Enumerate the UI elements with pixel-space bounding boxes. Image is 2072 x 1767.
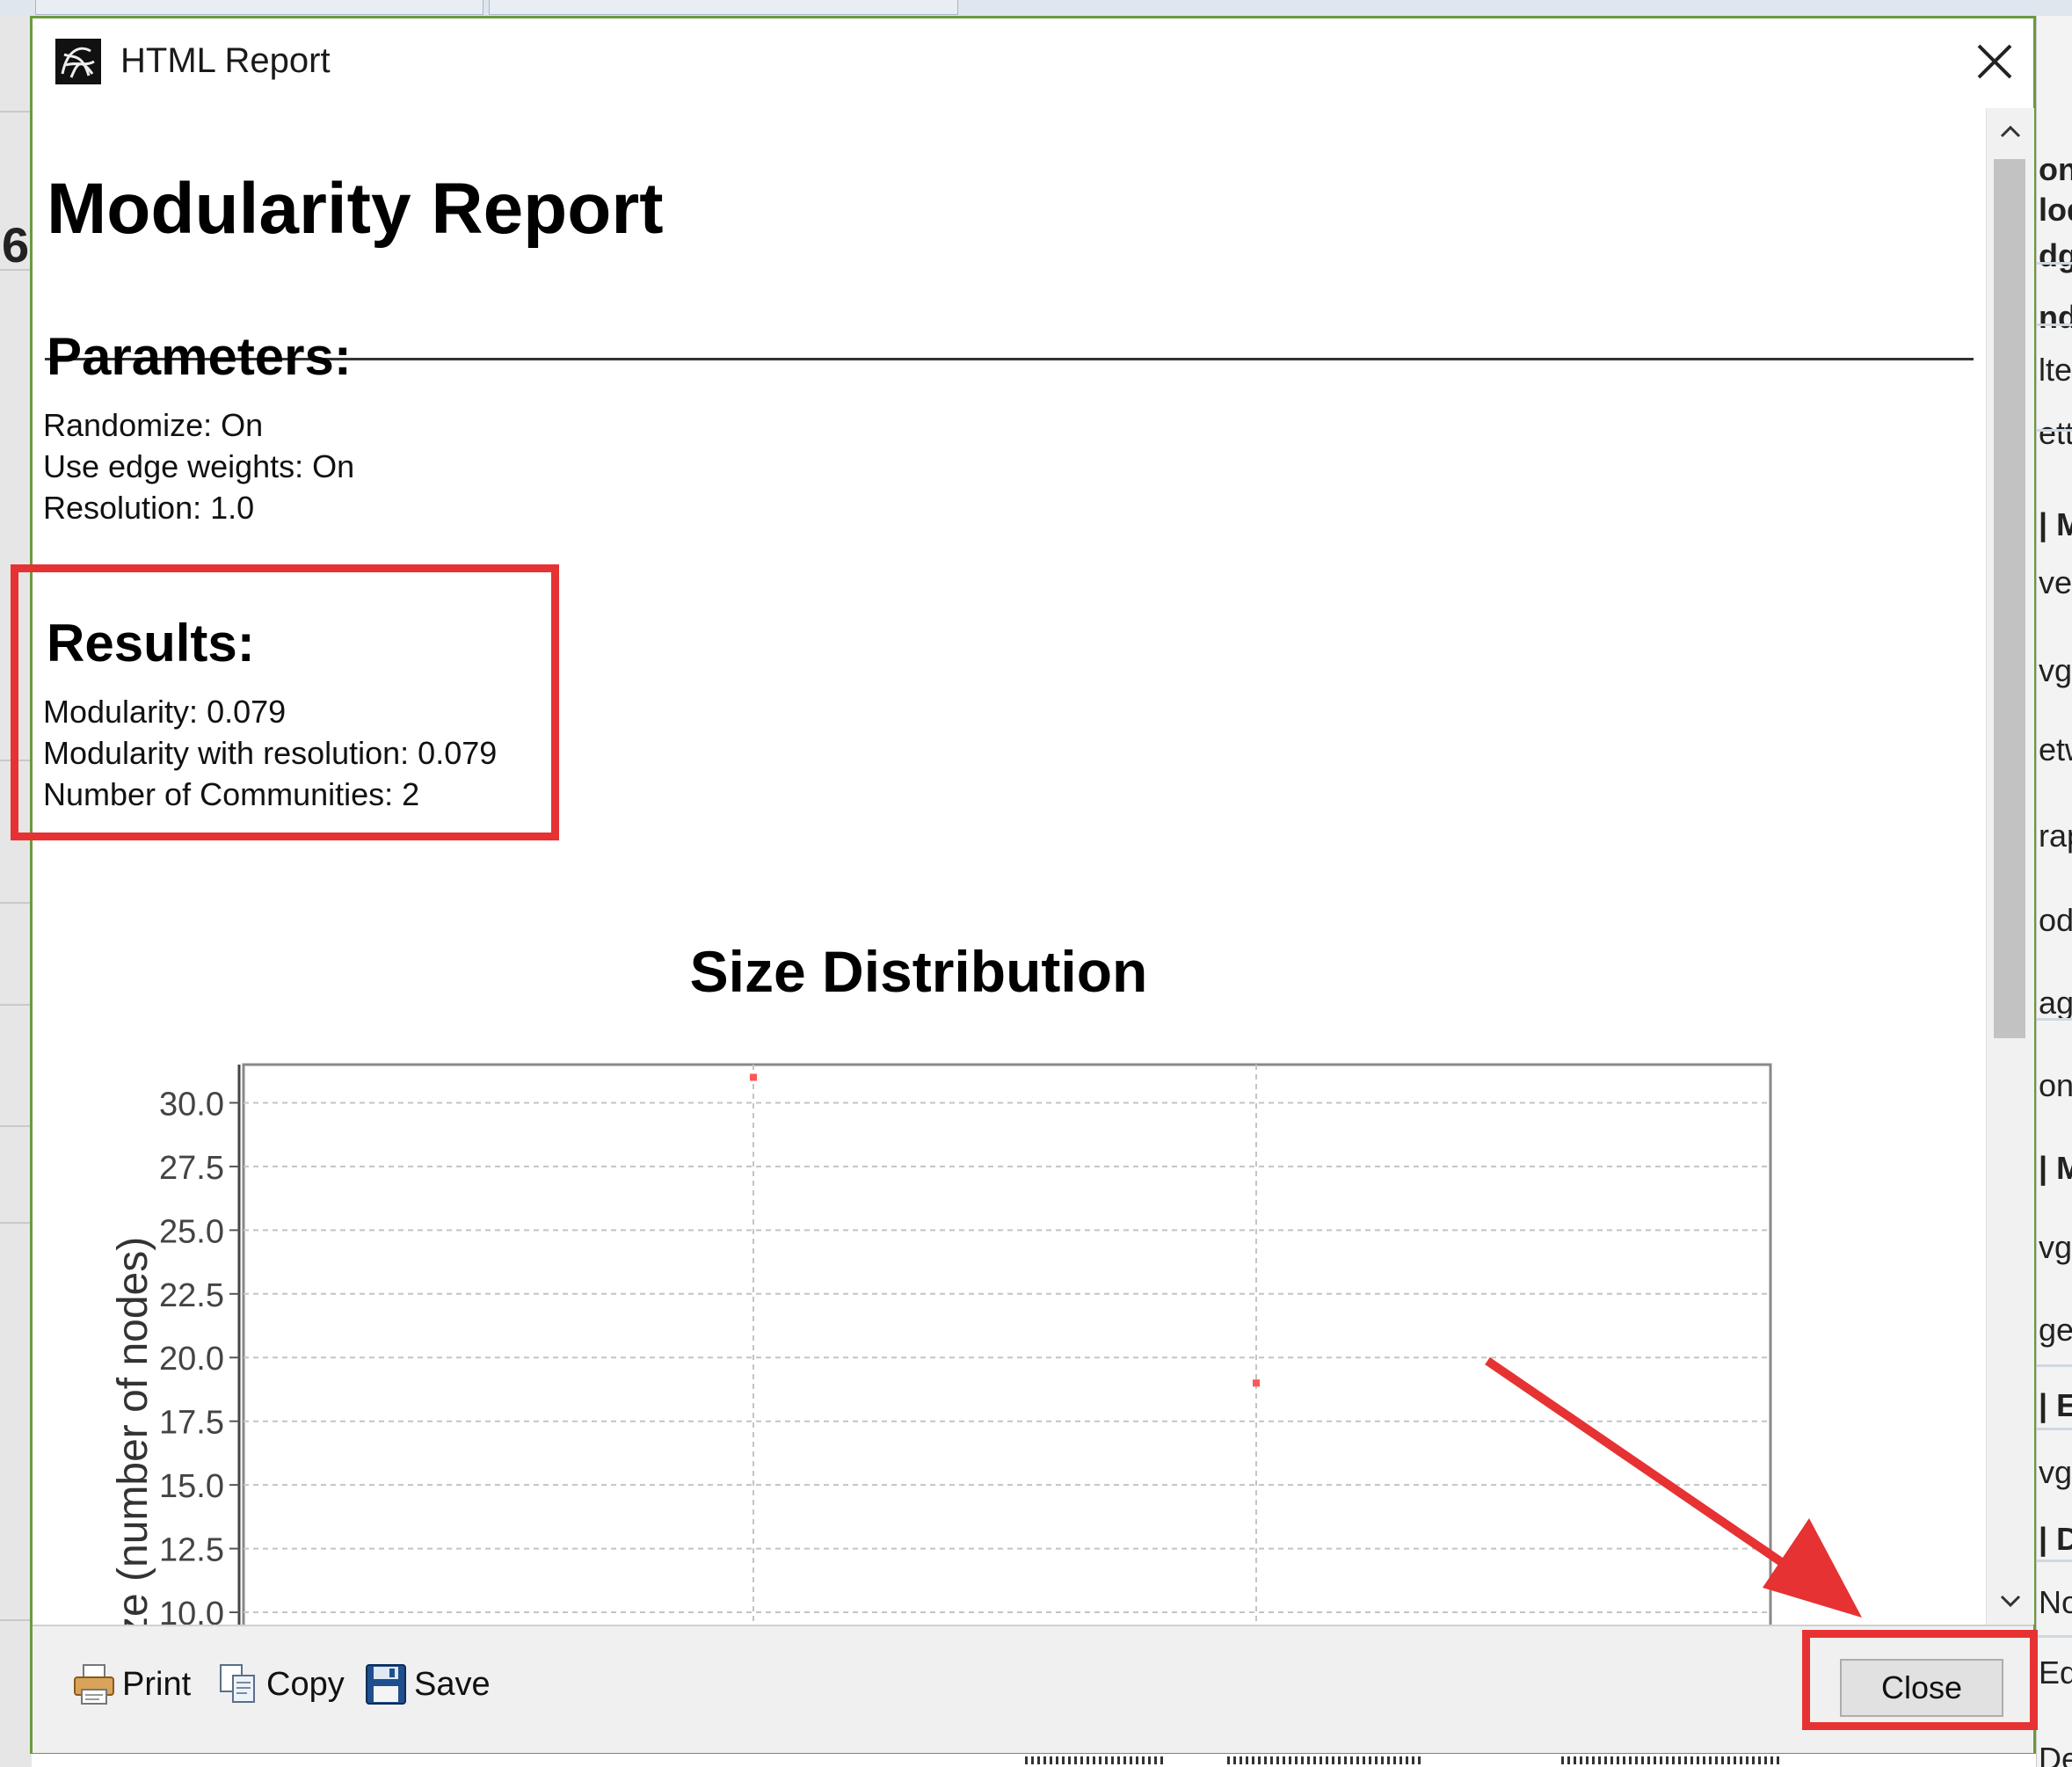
y-tick-label: 12.5: [159, 1532, 224, 1569]
y-tick-label: 27.5: [159, 1150, 224, 1187]
background-separator: [2037, 1560, 2072, 1562]
parameter-line: Use edge weights: On: [43, 448, 355, 484]
vertical-scrollbar[interactable]: [1986, 108, 2034, 1625]
scrollbar-thumb[interactable]: [1994, 159, 2025, 1038]
parameter-line: Randomize: On: [43, 407, 264, 443]
report-content: Modularity Report Parameters: Randomize:…: [33, 108, 1986, 1625]
chart-title: Size Distribution: [690, 939, 1148, 1004]
data-point: [1253, 1379, 1260, 1387]
background-text-fragment: etti: [2039, 415, 2072, 451]
window-title: HTML Report: [120, 41, 331, 80]
background-text-fragment: ged: [2039, 1312, 2072, 1348]
background-left-panel: 6: [0, 16, 33, 1767]
background-graph-strip: [32, 1754, 2036, 1767]
background-text-fragment: on: [2039, 151, 2072, 187]
background-text-fragment: Degr: [2039, 1741, 2072, 1767]
background-text-fragment: ver: [2039, 564, 2072, 600]
floppy-disk-icon: [363, 1662, 409, 1707]
background-text-fragment: vg.: [2039, 1454, 2072, 1490]
background-separator: [2037, 324, 2072, 326]
background-text-fragment: | M: [2039, 1150, 2072, 1186]
printer-icon: [71, 1662, 117, 1707]
title-bar: HTML Report: [33, 18, 2033, 110]
copy-button[interactable]: Copy: [215, 1658, 345, 1711]
background-text-fragment: age: [2039, 985, 2072, 1021]
y-tick-label: 30.0: [159, 1086, 224, 1123]
copy-icon: [215, 1662, 261, 1707]
close-icon[interactable]: [1967, 33, 2023, 90]
background-text-fragment: dg: [2039, 237, 2072, 273]
plot-area: [242, 1063, 1772, 1625]
background-text-fragment: Ed: [2039, 1654, 2072, 1691]
background-separator: [2037, 1635, 2072, 1638]
y-axis-label: ze (number of nodes): [110, 1237, 156, 1625]
background-text-fragment: | E: [2039, 1387, 2072, 1423]
gephi-app-icon: [55, 39, 101, 84]
dialog-footer: Print Copy Save Close: [33, 1625, 2033, 1753]
background-separator: [2037, 429, 2072, 432]
background-separator: [2037, 1428, 2072, 1430]
background-text-fragment: vg.: [2039, 652, 2072, 688]
y-tick-label: 25.0: [159, 1213, 224, 1250]
background-text-fragment: No: [2039, 1584, 2072, 1620]
background-separator: [2037, 1364, 2072, 1367]
background-separator: [2037, 1018, 2072, 1021]
close-highlight-box: [1802, 1630, 2038, 1730]
background-text-fragment: lod: [2039, 192, 2072, 228]
background-text-fragment: nd: [2039, 299, 2072, 335]
save-button[interactable]: Save: [363, 1658, 491, 1711]
y-tick-label: 22.5: [159, 1277, 224, 1314]
parameters-heading: Parameters:: [47, 327, 352, 386]
results-highlight-box: [11, 564, 559, 840]
copy-label: Copy: [266, 1665, 345, 1703]
background-text-fragment: | M: [2039, 506, 2072, 542]
background-tab: [489, 0, 958, 15]
background-text-fragment: vg.: [2039, 1229, 2072, 1265]
background-text-fragment: rap: [2039, 818, 2072, 854]
html-report-dialog: HTML Report Modularity Report Parameters…: [30, 16, 2036, 1754]
background-text-fragment: lte: [2039, 352, 2072, 388]
background-right-panel: on lod dg nd lte etti | M ver vg. etw rap od age onn |…: [2036, 16, 2072, 1767]
y-tick-label: 15.0: [159, 1468, 224, 1505]
background-text-fragment: | D: [2039, 1521, 2072, 1557]
parameter-line: Resolution: 1.0: [43, 490, 255, 526]
background-text-fragment: onn: [2039, 1067, 2072, 1103]
print-label: Print: [122, 1665, 192, 1703]
background-text-fragment: etw: [2039, 731, 2072, 767]
background-text-fragment: od: [2039, 902, 2072, 938]
scroll-down-icon[interactable]: [1987, 1577, 2034, 1625]
print-button[interactable]: Print: [71, 1658, 191, 1711]
save-label: Save: [414, 1665, 491, 1703]
y-tick-label: 10.0: [159, 1596, 224, 1625]
background-tab: [35, 0, 483, 15]
y-tick-label: 20.0: [159, 1341, 224, 1378]
scroll-up-icon[interactable]: [1987, 108, 2034, 156]
report-title: Modularity Report: [47, 169, 664, 249]
y-tick-label: 17.5: [159, 1405, 224, 1442]
size-distribution-chart: Size Distribution 30.0 27.5 25.0 22.5 20.0 17.…: [33, 864, 1986, 1625]
data-point: [750, 1073, 757, 1081]
background-separator: [2037, 262, 2072, 265]
background-text-fragment: 6: [2, 217, 30, 273]
